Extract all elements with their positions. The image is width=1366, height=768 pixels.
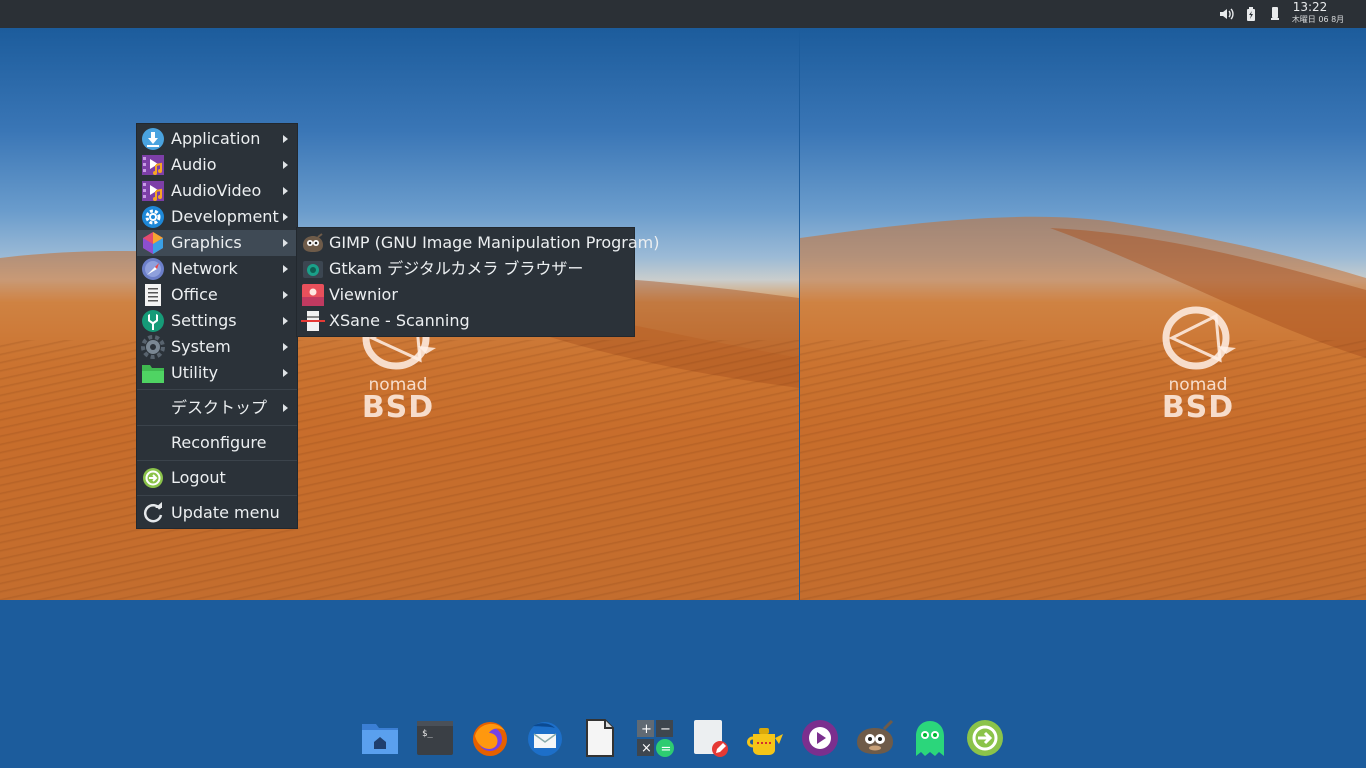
menu-item-audiovideo[interactable]: AudioVideo — [137, 178, 297, 204]
media-player-icon[interactable] — [800, 718, 840, 758]
text-editor-icon[interactable] — [690, 718, 730, 758]
menu-item-label: Settings — [171, 311, 237, 330]
audiovideo-icon — [142, 181, 164, 201]
home-folder-icon[interactable] — [360, 718, 400, 758]
utility-icon — [142, 365, 164, 383]
submenu-arrow-icon — [283, 161, 288, 169]
top-panel: 13:22 木曜日 06 8月 — [0, 0, 1366, 28]
logout-icon[interactable] — [965, 718, 1005, 758]
menu-item-label: Reconfigure — [171, 433, 267, 452]
submenu-item-xsane[interactable]: XSane - Scanning — [297, 308, 634, 334]
submenu-arrow-icon — [283, 135, 288, 143]
submenu-item-gimp[interactable]: GIMP (GNU Image Manipulation Program) — [297, 230, 659, 256]
terminal-icon[interactable]: $_ — [415, 718, 455, 758]
office-document-icon — [145, 284, 161, 306]
gimp-icon — [303, 233, 323, 252]
menu-item-application[interactable]: Application — [137, 126, 297, 152]
menu-item-reconfigure[interactable]: Reconfigure — [137, 430, 297, 456]
camera-icon — [303, 261, 323, 278]
menu-item-development[interactable]: Development — [137, 204, 297, 230]
submenu-arrow-icon — [283, 369, 288, 377]
menu-item-audio[interactable]: Audio — [137, 152, 297, 178]
teapot-icon[interactable] — [745, 718, 785, 758]
submenu-item-label: GIMP (GNU Image Manipulation Program) — [329, 233, 660, 252]
menu-separator — [137, 389, 297, 390]
graphics-submenu: GIMP (GNU Image Manipulation Program) Gt… — [297, 228, 659, 336]
svg-text:×: × — [641, 741, 652, 756]
refresh-icon — [143, 502, 163, 523]
logo-bsd-text: BSD — [1161, 390, 1235, 425]
graphics-icon — [143, 232, 163, 254]
menu-item-label: Utility — [171, 363, 219, 382]
thunderbird-icon[interactable] — [525, 718, 565, 758]
system-gear-icon — [141, 335, 165, 359]
volume-icon[interactable] — [1218, 6, 1234, 22]
menu-item-settings[interactable]: Settings — [137, 308, 297, 334]
clock-date: 木曜日 06 8月 — [1291, 15, 1345, 24]
logo-bsd-text: BSD — [361, 390, 435, 425]
menu-separator — [137, 460, 297, 461]
menu-item-update-menu[interactable]: Update menu — [137, 500, 297, 526]
menu-item-desktop[interactable]: デスクトップ — [137, 395, 297, 421]
menu-item-label: Application — [171, 129, 261, 148]
wallpaper-right: nomad BSD — [800, 28, 1366, 600]
network-icon — [142, 258, 164, 280]
snail-logo-icon — [1162, 306, 1236, 370]
menu-item-label: Logout — [171, 468, 226, 487]
ghost-icon[interactable] — [910, 718, 950, 758]
menu-item-label: AudioVideo — [171, 181, 262, 200]
battery-icon[interactable] — [1243, 6, 1259, 22]
scanner-icon — [301, 311, 325, 331]
gimp-icon[interactable] — [855, 718, 895, 758]
settings-icon — [142, 310, 164, 332]
svg-text:−: − — [660, 722, 671, 737]
logout-icon — [143, 468, 163, 488]
menu-item-utility[interactable]: Utility — [137, 360, 297, 386]
menu-item-logout[interactable]: Logout — [137, 465, 297, 491]
menu-item-label: Audio — [171, 155, 217, 174]
menu-item-graphics[interactable]: Graphics — [137, 230, 297, 256]
submenu-arrow-icon — [283, 404, 288, 412]
submenu-item-label: Gtkam デジタルカメラ ブラウザー — [329, 259, 584, 278]
menu-item-network[interactable]: Network — [137, 256, 297, 282]
svg-text:=: = — [661, 742, 672, 757]
menu-item-label: デスクトップ — [171, 398, 268, 417]
submenu-arrow-icon — [283, 291, 288, 299]
submenu-item-gtkam[interactable]: Gtkam デジタルカメラ ブラウザー — [297, 256, 634, 282]
svg-text:$_: $_ — [422, 729, 433, 739]
menu-separator — [137, 425, 297, 426]
menu-item-office[interactable]: Office — [137, 282, 297, 308]
submenu-arrow-icon — [283, 343, 288, 351]
development-gear-icon — [142, 206, 164, 228]
menu-separator — [137, 495, 297, 496]
document-viewer-icon[interactable] — [580, 718, 620, 758]
submenu-arrow-icon — [283, 187, 288, 195]
firefox-icon[interactable] — [470, 718, 510, 758]
clock-time[interactable]: 13:22 — [1280, 1, 1340, 14]
submenu-item-label: XSane - Scanning — [329, 311, 470, 330]
menu-item-label: Development — [171, 207, 279, 226]
submenu-arrow-icon — [283, 265, 288, 273]
desktop-background — [0, 600, 1366, 768]
submenu-arrow-icon — [283, 317, 288, 325]
image-viewer-icon — [302, 284, 324, 306]
submenu-arrow-icon — [283, 239, 288, 247]
svg-text:+: + — [641, 722, 652, 737]
audio-icon — [142, 155, 164, 175]
calculator-icon[interactable]: + − × = — [635, 718, 675, 758]
menu-item-system[interactable]: System — [137, 334, 297, 360]
submenu-arrow-icon — [283, 213, 288, 221]
root-menu: Application Audio AudioVideo Development — [137, 124, 297, 528]
nomadbsd-logo: nomad BSD — [1158, 298, 1238, 428]
menu-item-label: System — [171, 337, 231, 356]
menu-item-label: Office — [171, 285, 218, 304]
submenu-item-viewnior[interactable]: Viewnior — [297, 282, 634, 308]
download-icon — [142, 128, 164, 150]
menu-item-label: Graphics — [171, 233, 242, 252]
menu-item-label: Network — [171, 259, 238, 278]
submenu-item-label: Viewnior — [329, 285, 398, 304]
sand-ripples — [800, 340, 1366, 600]
menu-item-label: Update menu — [171, 503, 280, 522]
